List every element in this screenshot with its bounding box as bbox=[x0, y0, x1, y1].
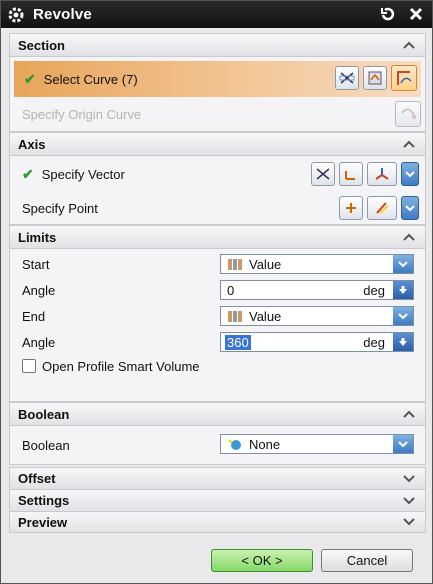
open-profile-label: Open Profile Smart Volume bbox=[42, 358, 200, 374]
open-profile-checkbox[interactable] bbox=[22, 359, 36, 373]
boolean-panel: Boolean None bbox=[9, 425, 426, 465]
select-curve-icon[interactable] bbox=[391, 65, 417, 91]
ok-button[interactable]: < OK > bbox=[211, 549, 313, 572]
title-bar: Revolve bbox=[1, 1, 432, 28]
start-select[interactable]: Value bbox=[220, 254, 414, 274]
chevron-up-icon bbox=[401, 408, 417, 420]
origin-curve-icon[interactable] bbox=[395, 101, 421, 127]
offset-header[interactable]: Offset bbox=[9, 467, 426, 489]
offset-label: Offset bbox=[18, 471, 56, 486]
close-icon[interactable] bbox=[406, 4, 426, 24]
axis-label: Axis bbox=[18, 136, 46, 152]
chevron-up-icon bbox=[401, 231, 417, 243]
specify-vector-row[interactable]: ✔ Specify Vector bbox=[10, 156, 425, 192]
checkmark-icon: ✔ bbox=[22, 165, 34, 182]
limits-label: Limits bbox=[18, 229, 57, 245]
end-row: End Value bbox=[10, 305, 425, 327]
specify-vector-label: Specify Vector bbox=[41, 166, 125, 182]
boolean-value: None bbox=[249, 436, 281, 452]
chevron-down-icon bbox=[401, 516, 417, 528]
boolean-header[interactable]: Boolean bbox=[9, 402, 426, 425]
end-select[interactable]: Value bbox=[220, 306, 414, 326]
curve-rule-icon[interactable] bbox=[335, 66, 359, 90]
angle-start-unit: deg bbox=[363, 282, 385, 298]
section-label: Section bbox=[18, 37, 65, 53]
preview-label: Preview bbox=[18, 514, 68, 530]
axis-header[interactable]: Axis bbox=[9, 132, 426, 155]
origin-curve-label: Specify Origin Curve bbox=[22, 106, 142, 122]
section-header[interactable]: Section bbox=[9, 33, 426, 56]
start-row: Start Value bbox=[10, 253, 425, 275]
angle-end-label: Angle bbox=[22, 334, 56, 350]
inferred-point-icon[interactable] bbox=[367, 196, 397, 220]
end-label: End bbox=[22, 308, 46, 324]
specify-point-row[interactable]: Specify Point bbox=[10, 192, 425, 224]
limits-header[interactable]: Limits bbox=[9, 225, 426, 248]
end-value: Value bbox=[249, 308, 282, 324]
angle-start-label: Angle bbox=[22, 282, 56, 298]
value-icon bbox=[227, 309, 243, 323]
boolean-header-label: Boolean bbox=[18, 406, 70, 422]
settings-label: Settings bbox=[18, 493, 70, 508]
chevron-down-icon[interactable] bbox=[393, 255, 413, 273]
origin-curve-row[interactable]: Specify Origin Curve bbox=[10, 97, 425, 131]
angle-end-row: Angle 360 deg bbox=[10, 331, 425, 353]
angle-start-input[interactable]: 0 deg bbox=[220, 280, 414, 300]
angle-start-value: 0 bbox=[227, 282, 235, 298]
gear-icon bbox=[5, 4, 27, 26]
specify-point-label: Specify Point bbox=[22, 200, 98, 216]
chevron-up-icon bbox=[401, 138, 417, 150]
inferred-vector-icon[interactable] bbox=[367, 162, 397, 186]
boolean-label: Boolean bbox=[22, 437, 70, 453]
boolean-row: Boolean None bbox=[10, 432, 425, 458]
sketch-section-icon[interactable] bbox=[363, 66, 387, 90]
reset-icon[interactable] bbox=[378, 4, 398, 24]
axis-panel: ✔ Specify Vector Specify Point bbox=[9, 155, 426, 225]
point-dialog-icon[interactable] bbox=[339, 196, 363, 220]
chevron-up-icon bbox=[401, 39, 417, 51]
revolve-dialog: Revolve Section ✔ Select Curve (7) Speci… bbox=[0, 0, 433, 584]
open-profile-row[interactable]: Open Profile Smart Volume bbox=[10, 355, 425, 377]
arrow-down-icon[interactable] bbox=[393, 281, 413, 299]
checkmark-icon: ✔ bbox=[24, 70, 36, 87]
reverse-direction-icon[interactable] bbox=[311, 162, 335, 186]
point-dropdown-button[interactable] bbox=[401, 196, 419, 220]
cancel-button[interactable]: Cancel bbox=[321, 549, 413, 572]
chevron-down-icon bbox=[401, 473, 417, 485]
settings-header[interactable]: Settings bbox=[9, 489, 426, 511]
vector-dropdown-button[interactable] bbox=[401, 162, 419, 186]
chevron-down-icon bbox=[401, 495, 417, 507]
preview-header[interactable]: Preview bbox=[9, 511, 426, 533]
vector-dialog-icon[interactable] bbox=[339, 162, 363, 186]
angle-start-row: Angle 0 deg bbox=[10, 279, 425, 301]
limits-panel: Start Value Angle 0 deg End Value Angle … bbox=[9, 248, 426, 402]
value-icon bbox=[227, 257, 243, 271]
boolean-select[interactable]: None bbox=[220, 434, 414, 454]
angle-end-value: 360 bbox=[225, 334, 251, 350]
chevron-down-icon[interactable] bbox=[393, 435, 413, 453]
start-value: Value bbox=[249, 256, 282, 272]
none-boolean-icon bbox=[227, 437, 243, 451]
window-title: Revolve bbox=[33, 6, 92, 23]
angle-end-input[interactable]: 360 deg bbox=[220, 332, 414, 352]
select-curve-label: Select Curve (7) bbox=[43, 71, 138, 87]
angle-end-unit: deg bbox=[363, 334, 385, 350]
select-curve-row[interactable]: ✔ Select Curve (7) bbox=[14, 61, 421, 97]
start-label: Start bbox=[22, 256, 50, 272]
arrow-down-icon[interactable] bbox=[393, 333, 413, 351]
section-panel: ✔ Select Curve (7) Specify Origin Curve bbox=[9, 56, 426, 132]
chevron-down-icon[interactable] bbox=[393, 307, 413, 325]
